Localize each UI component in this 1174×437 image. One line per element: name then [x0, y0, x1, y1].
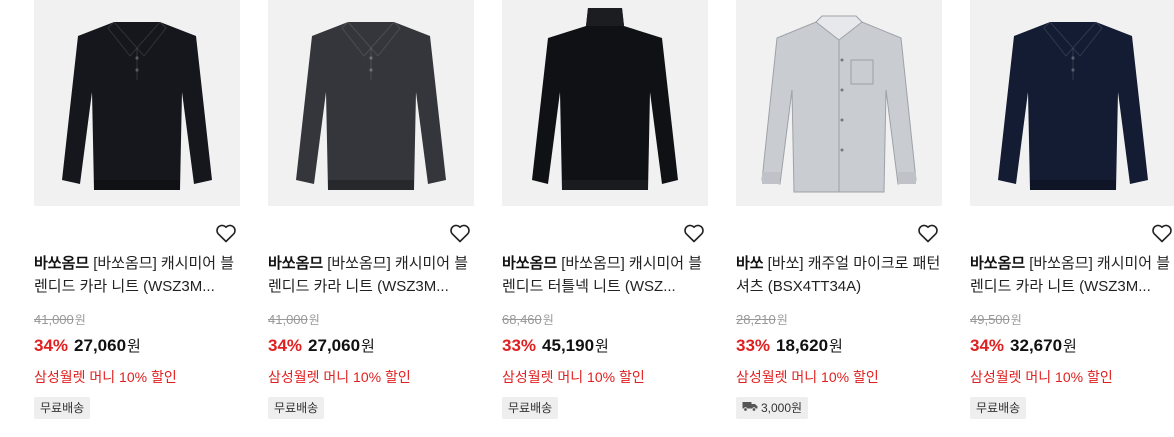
- brand-name[interactable]: 바쏘옴므: [502, 255, 557, 272]
- original-price: 68,460원: [502, 311, 554, 328]
- original-price-currency: 원: [776, 313, 788, 327]
- product-card[interactable]: 바쏘 [바쏘] 캐주얼 마이크로 패턴 셔츠 (BSX4TT34A) 28,210…: [736, 0, 942, 437]
- product-card[interactable]: 바쏘옴므 [바쏘옴므] 캐시미어 블렌디드 카라 니트 (WSZ3M... 49,…: [970, 0, 1174, 437]
- product-title[interactable]: 바쏘옴므 [바쏘옴므] 캐시미어 블렌디드 카라 니트 (WSZ3M...: [34, 252, 240, 298]
- discount-rate: 34%: [34, 336, 69, 355]
- shipping-text: 3,000원: [761, 401, 803, 415]
- wishlist-heart-icon[interactable]: [214, 221, 238, 245]
- shipping-text: 무료배송: [508, 401, 553, 415]
- original-price-currency: 원: [1010, 313, 1022, 327]
- wishlist-heart-icon[interactable]: [682, 221, 706, 245]
- product-title[interactable]: 바쏘옴므 [바쏘옴므] 캐시미어 블렌디드 카라 니트 (WSZ3M...: [970, 252, 1174, 298]
- shipping-badge: 무료배송: [970, 397, 1027, 419]
- shipping-text: 무료배송: [976, 401, 1021, 415]
- original-price: 28,210원: [736, 311, 788, 328]
- shipping-badge: 무료배송: [34, 397, 91, 419]
- sale-price-row: 33% 45,190원: [502, 335, 609, 358]
- product-title[interactable]: 바쏘 [바쏘] 캐주얼 마이크로 패턴 셔츠 (BSX4TT34A): [736, 252, 942, 298]
- product-title[interactable]: 바쏘옴므 [바쏘옴므] 캐시미어 블렌디드 터틀넥 니트 (WSZ...: [502, 252, 708, 298]
- original-price-value: 41,000: [268, 312, 308, 327]
- shipping-badge: 무료배송: [268, 397, 325, 419]
- garment-illustration: [532, 8, 678, 190]
- product-image[interactable]: [268, 0, 474, 206]
- discount-rate: 33%: [502, 336, 537, 355]
- original-price-currency: 원: [542, 313, 554, 327]
- sale-price: 32,670: [1010, 336, 1063, 355]
- sale-price: 27,060: [308, 336, 361, 355]
- garment-illustration: [62, 21, 212, 190]
- brand-name[interactable]: 바쏘옴므: [268, 255, 323, 272]
- sale-price-currency: 원: [127, 338, 141, 355]
- garment-illustration: [998, 21, 1148, 190]
- truck-icon: [742, 397, 758, 419]
- product-image[interactable]: [736, 0, 942, 206]
- wishlist-heart-icon[interactable]: [1150, 221, 1174, 245]
- sale-price-row: 33% 18,620원: [736, 335, 843, 358]
- shipping-text: 무료배송: [274, 401, 319, 415]
- original-price: 41,000원: [34, 311, 86, 328]
- original-price: 49,500원: [970, 311, 1022, 328]
- promo-text: 삼성월렛 머니 10% 할인: [34, 369, 177, 385]
- sale-price-currency: 원: [829, 338, 843, 355]
- discount-rate: 34%: [970, 336, 1005, 355]
- sale-price-currency: 원: [361, 338, 375, 355]
- garment-illustration: [296, 21, 446, 190]
- original-price: 41,000원: [268, 311, 320, 328]
- sale-price-currency: 원: [1063, 338, 1077, 355]
- promo-text: 삼성월렛 머니 10% 할인: [970, 369, 1113, 385]
- brand-name[interactable]: 바쏘옴므: [970, 255, 1025, 272]
- promo-text: 삼성월렛 머니 10% 할인: [736, 369, 879, 385]
- promo-text: 삼성월렛 머니 10% 할인: [502, 369, 645, 385]
- product-image[interactable]: [34, 0, 240, 206]
- original-price-currency: 원: [308, 313, 320, 327]
- product-card[interactable]: 바쏘옴므 [바쏘옴므] 캐시미어 블렌디드 터틀넥 니트 (WSZ... 68,4…: [502, 0, 708, 437]
- sale-price-currency: 원: [595, 338, 609, 355]
- shipping-badge: 무료배송: [502, 397, 559, 419]
- original-price-value: 49,500: [970, 312, 1010, 327]
- product-card[interactable]: 바쏘옴므 [바쏘옴므] 캐시미어 블렌디드 카라 니트 (WSZ3M... 41,…: [34, 0, 240, 437]
- brand-name[interactable]: 바쏘옴므: [34, 255, 89, 272]
- original-price-value: 68,460: [502, 312, 542, 327]
- wishlist-heart-icon[interactable]: [448, 221, 472, 245]
- sale-price-row: 34% 27,060원: [268, 335, 375, 358]
- original-price-currency: 원: [74, 313, 86, 327]
- discount-rate: 34%: [268, 336, 303, 355]
- product-image[interactable]: [970, 0, 1174, 206]
- product-title[interactable]: 바쏘옴므 [바쏘옴므] 캐시미어 블렌디드 카라 니트 (WSZ3M...: [268, 252, 474, 298]
- promo-text: 삼성월렛 머니 10% 할인: [268, 369, 411, 385]
- sale-price: 18,620: [776, 336, 829, 355]
- shipping-text: 무료배송: [40, 401, 85, 415]
- sale-price-row: 34% 27,060원: [34, 335, 141, 358]
- product-image[interactable]: [502, 0, 708, 206]
- garment-illustration: [761, 15, 917, 193]
- shipping-badge: 3,000원: [736, 397, 809, 419]
- sale-price: 27,060: [74, 336, 127, 355]
- product-name[interactable]: [바쏘] 캐주얼 마이크로 패턴 셔츠 (BSX4TT34A): [736, 255, 940, 295]
- original-price-value: 28,210: [736, 312, 776, 327]
- sale-price-row: 34% 32,670원: [970, 335, 1077, 358]
- sale-price: 45,190: [542, 336, 595, 355]
- original-price-value: 41,000: [34, 312, 74, 327]
- brand-name[interactable]: 바쏘: [736, 255, 764, 272]
- discount-rate: 33%: [736, 336, 771, 355]
- product-card[interactable]: 바쏘옴므 [바쏘옴므] 캐시미어 블렌디드 카라 니트 (WSZ3M... 41,…: [268, 0, 474, 437]
- wishlist-heart-icon[interactable]: [916, 221, 940, 245]
